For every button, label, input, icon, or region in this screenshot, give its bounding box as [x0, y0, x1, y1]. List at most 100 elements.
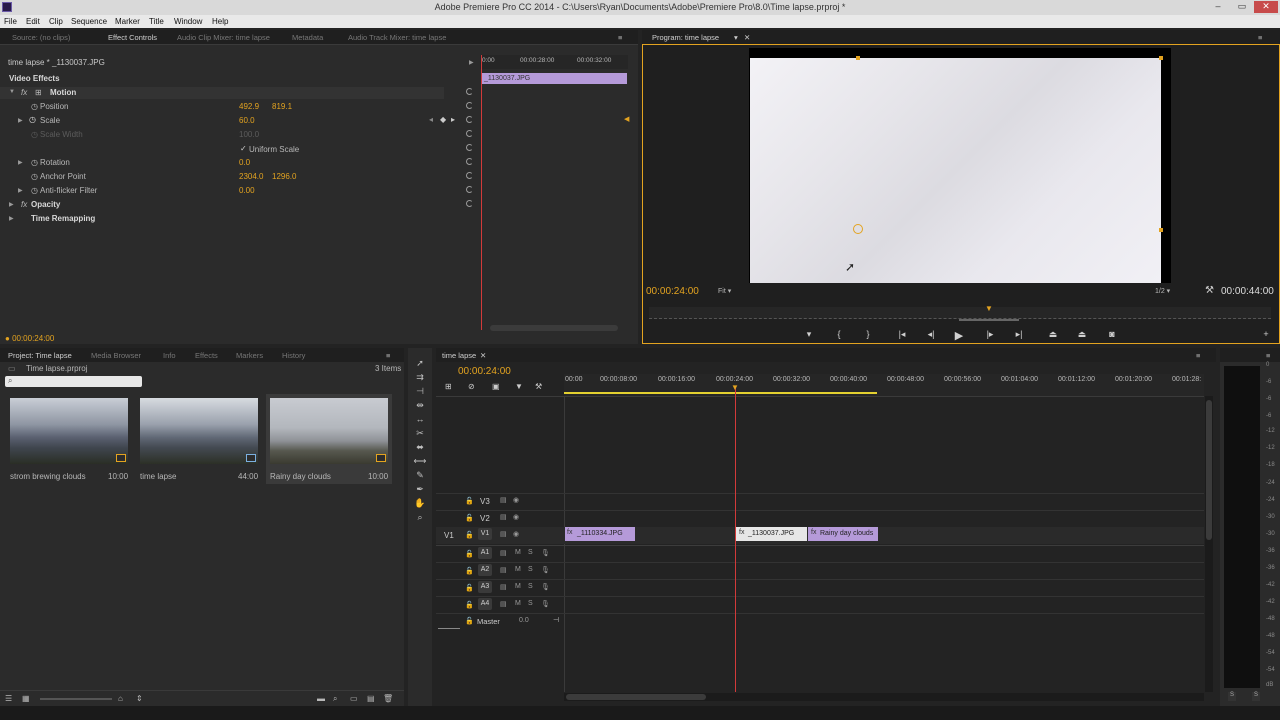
clip-rainy-day-clouds[interactable]: Rainy day clouds — [808, 527, 878, 541]
stopwatch-icon[interactable]: ◷ — [31, 186, 38, 195]
project-item-name[interactable]: time lapse — [140, 472, 176, 481]
program-dropdown-icon[interactable]: ▾ — [734, 33, 738, 42]
position-y-value[interactable]: 819.1 — [272, 102, 292, 111]
position-x-value[interactable]: 492.9 — [239, 102, 259, 111]
track-a2-label[interactable]: A2 — [478, 564, 492, 576]
reset-icon[interactable] — [466, 144, 473, 151]
tab-sequence[interactable]: time lapse — [442, 351, 476, 360]
panel-menu-icon[interactable]: ≡ — [618, 33, 622, 42]
track-a4-label[interactable]: A4 — [478, 598, 492, 610]
mute-button[interactable]: M — [515, 583, 521, 590]
go-to-out-icon[interactable]: ▸| — [1011, 329, 1027, 341]
lock-icon[interactable]: 🔓 — [465, 514, 474, 522]
wrench-icon[interactable]: ⚒ — [1205, 285, 1214, 296]
solo-button[interactable]: S — [528, 600, 533, 607]
reset-icon[interactable] — [466, 130, 473, 137]
stopwatch-icon[interactable]: ◷ — [31, 102, 38, 111]
rotation-value[interactable]: 0.0 — [239, 158, 250, 167]
project-item-name[interactable]: strom brewing clouds — [10, 472, 86, 481]
anchor-point-handle[interactable] — [853, 224, 863, 234]
eye-icon[interactable]: ◉ — [513, 513, 519, 521]
slide-tool-icon[interactable]: ⟷ — [413, 456, 427, 468]
new-item-icon[interactable]: ▤ — [367, 694, 375, 703]
transform-handle[interactable] — [1159, 56, 1163, 60]
lock-icon[interactable]: 🔓 — [465, 617, 474, 625]
go-to-in-icon[interactable]: |◂ — [894, 329, 910, 341]
folder-icon[interactable]: ▭ — [350, 694, 358, 703]
list-view-icon[interactable]: ☰ — [5, 694, 12, 703]
hand-tool-icon[interactable]: ✋ — [413, 498, 427, 510]
lock-icon[interactable]: 🔓 — [465, 567, 474, 575]
tab-audio-track-mixer[interactable]: Audio Track Mixer: time lapse — [348, 33, 446, 42]
source-patch-v1[interactable]: V1 — [444, 531, 454, 540]
lock-icon[interactable]: 🔓 — [465, 584, 474, 592]
reset-icon[interactable] — [466, 88, 473, 95]
tab-source[interactable]: Source: (no clips) — [12, 33, 70, 42]
master-volume-value[interactable]: 0.0 — [519, 617, 529, 624]
zoom-slider[interactable] — [40, 698, 112, 700]
play-button[interactable]: ▶ — [951, 329, 967, 342]
zoom-bar[interactable] — [959, 319, 1019, 321]
button-editor-icon[interactable]: + — [1258, 329, 1274, 341]
transform-handle[interactable] — [1159, 228, 1163, 232]
uniform-scale-checkbox[interactable]: ✓ — [240, 144, 247, 153]
anchor-x-value[interactable]: 2304.0 — [239, 172, 263, 181]
film-icon[interactable]: ▤ — [500, 549, 507, 557]
menu-marker[interactable]: Marker — [115, 17, 140, 26]
antiflicker-value[interactable]: 0.00 — [239, 186, 255, 195]
panel-menu-icon[interactable]: ≡ — [1258, 33, 1262, 42]
lock-icon[interactable]: 🔓 — [465, 550, 474, 558]
ripple-edit-tool-icon[interactable]: ⊣ — [413, 386, 427, 398]
zoom-select[interactable]: Fit ▾ — [718, 287, 731, 295]
icon-view-icon[interactable]: ▦ — [22, 694, 30, 703]
track-v3-label[interactable]: V3 — [480, 497, 490, 506]
work-area-bar[interactable] — [564, 392, 877, 394]
lock-icon[interactable]: 🔓 — [465, 497, 474, 505]
play-only-audio-icon[interactable]: ▶ — [469, 59, 474, 66]
slip-tool-icon[interactable]: ⬌ — [413, 442, 427, 454]
mic-icon[interactable]: 🎙 — [541, 600, 550, 608]
track-v2-label[interactable]: V2 — [480, 514, 490, 523]
close-tab-icon[interactable]: ✕ — [744, 33, 750, 42]
close-tab-icon[interactable]: ✕ — [480, 351, 486, 360]
film-icon[interactable]: ▤ — [500, 513, 507, 521]
project-search-input[interactable] — [5, 376, 142, 387]
expand-opacity-icon[interactable]: ▶ — [9, 201, 14, 208]
mark-out-icon[interactable]: } — [860, 329, 876, 341]
reset-icon[interactable] — [466, 116, 473, 123]
reset-icon[interactable] — [466, 158, 473, 165]
wrench-icon[interactable]: ⚒ — [535, 382, 542, 391]
add-keyframe-icon[interactable]: ◆ — [440, 115, 446, 124]
razor-tool-icon[interactable]: ✂ — [413, 428, 427, 440]
menu-clip[interactable]: Clip — [49, 17, 63, 26]
expand-motion-icon[interactable]: ▼ — [9, 89, 15, 95]
add-marker-icon[interactable]: ▾ — [801, 329, 817, 341]
menu-help[interactable]: Help — [212, 17, 228, 26]
scale-value[interactable]: 60.0 — [239, 116, 255, 125]
track-a3-label[interactable]: A3 — [478, 581, 492, 593]
track-a1-label[interactable]: A1 — [478, 547, 492, 559]
automate-icon[interactable]: ⇕ — [136, 694, 143, 703]
anchor-y-value[interactable]: 1296.0 — [272, 172, 296, 181]
menu-file[interactable]: File — [4, 17, 17, 26]
mute-button[interactable]: M — [515, 566, 521, 573]
lock-icon[interactable]: 🔓 — [465, 531, 474, 539]
prev-keyframe-icon[interactable]: ◂ — [429, 115, 433, 124]
program-current-time[interactable]: 00:00:24:00 — [646, 286, 699, 297]
timeline-playhead[interactable] — [735, 386, 736, 692]
maximize-button[interactable]: ▭ — [1230, 1, 1254, 13]
track-v1-label[interactable]: V1 — [478, 528, 492, 540]
project-item-thumbnail[interactable] — [140, 398, 258, 464]
tab-program[interactable]: Program: time lapse — [652, 33, 719, 42]
minimize-button[interactable]: – — [1206, 1, 1230, 13]
mini-playhead[interactable] — [481, 55, 482, 330]
tab-markers[interactable]: Markers — [236, 351, 263, 360]
expand-scale-icon[interactable]: ▶ — [18, 117, 23, 124]
close-button[interactable]: ✕ — [1254, 1, 1278, 13]
reset-icon[interactable] — [466, 102, 473, 109]
program-video-image[interactable] — [750, 58, 1161, 283]
vertical-scroll-thumb[interactable] — [1206, 400, 1212, 540]
sort-icon[interactable]: ⌂ — [118, 694, 123, 703]
go-to-edit-icon[interactable]: ⊣ — [553, 616, 559, 624]
program-playhead-icon[interactable]: ▼ — [985, 304, 993, 313]
